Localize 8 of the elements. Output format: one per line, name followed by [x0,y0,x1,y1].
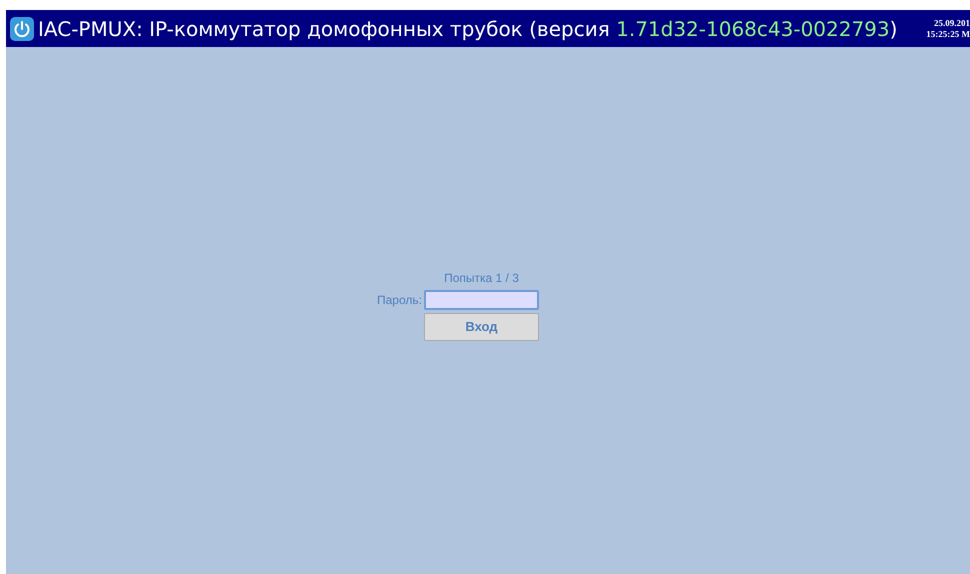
time-text: 15:25:25 M [926,28,970,40]
password-label: Пароль: [377,292,422,308]
date-text: 25.09.201 [934,18,970,28]
login-button[interactable]: Вход [424,312,539,340]
password-field[interactable] [424,290,539,310]
attempt-text: Попытка 1 / 3 [443,270,520,286]
power-icon[interactable] [10,16,34,40]
window-title: IAC-PMUX: IP-коммутатор домофонных трубок (версия 1.71d32-1068c43-0022793) [38,16,898,42]
